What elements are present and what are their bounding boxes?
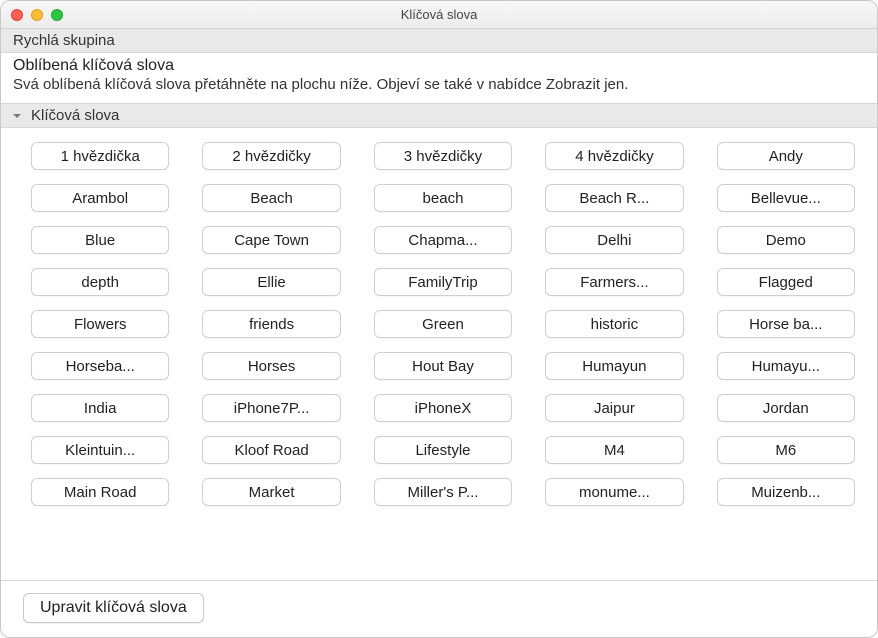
keyword-tag[interactable]: Arambol [31, 184, 169, 212]
keyword-tag[interactable]: Market [202, 478, 340, 506]
keywords-grid: 1 hvězdička 2 hvězdičky 3 hvězdičky 4 hvězd… [1, 128, 877, 580]
favorites-title: Oblíbená klíčová slova [13, 57, 865, 75]
edit-keywords-button[interactable]: Upravit klíčová slova [23, 593, 204, 623]
keyword-tag[interactable]: Flagged [717, 268, 855, 296]
keyword-tag[interactable]: 1 hvězdička [31, 142, 169, 170]
keyword-tag[interactable]: Flowers [31, 310, 169, 338]
close-button[interactable] [11, 9, 23, 21]
keyword-tag[interactable]: Beach R... [545, 184, 683, 212]
keywords-section-header[interactable]: Klíčová slova [1, 104, 877, 128]
window-title: Klíčová slova [1, 7, 877, 22]
traffic-lights [11, 9, 63, 21]
keyword-tag[interactable]: Andy [717, 142, 855, 170]
keyword-tag[interactable]: iPhoneX [374, 394, 512, 422]
keyword-tag[interactable]: FamilyTrip [374, 268, 512, 296]
keyword-tag[interactable]: Kloof Road [202, 436, 340, 464]
keyword-tag[interactable]: historic [545, 310, 683, 338]
window-titlebar: Klíčová slova [1, 1, 877, 29]
keyword-tag[interactable]: Kleintuin... [31, 436, 169, 464]
keyword-tag[interactable]: Beach [202, 184, 340, 212]
keywords-section-label: Klíčová slova [31, 107, 119, 124]
minimize-button[interactable] [31, 9, 43, 21]
keyword-tag[interactable]: depth [31, 268, 169, 296]
favorites-description: Svá oblíbená klíčová slova přetáhněte na… [13, 76, 865, 93]
keyword-tag[interactable]: Horse ba... [717, 310, 855, 338]
keyword-tag[interactable]: iPhone7P... [202, 394, 340, 422]
keyword-tag[interactable]: 2 hvězdičky [202, 142, 340, 170]
keyword-tag[interactable]: Miller's P... [374, 478, 512, 506]
keyword-tag[interactable]: Chapma... [374, 226, 512, 254]
keyword-tag[interactable]: M6 [717, 436, 855, 464]
keyword-tag[interactable]: 4 hvězdičky [545, 142, 683, 170]
keyword-tag[interactable]: Main Road [31, 478, 169, 506]
keyword-tag[interactable]: Blue [31, 226, 169, 254]
keyword-tag[interactable]: India [31, 394, 169, 422]
keyword-tag[interactable]: Horseba... [31, 352, 169, 380]
keyword-tag[interactable]: friends [202, 310, 340, 338]
quick-group-header[interactable]: Rychlá skupina [1, 29, 877, 53]
keyword-tag[interactable]: Lifestyle [374, 436, 512, 464]
keyword-tag[interactable]: Jordan [717, 394, 855, 422]
keyword-tag[interactable]: 3 hvězdičky [374, 142, 512, 170]
keyword-tag[interactable]: Cape Town [202, 226, 340, 254]
keyword-tag[interactable]: Delhi [545, 226, 683, 254]
keyword-tag[interactable]: Horses [202, 352, 340, 380]
keyword-tag[interactable]: monume... [545, 478, 683, 506]
keyword-tag[interactable]: Humayun [545, 352, 683, 380]
keyword-tag[interactable]: Green [374, 310, 512, 338]
keyword-tag[interactable]: Bellevue... [717, 184, 855, 212]
keyword-tag[interactable]: Jaipur [545, 394, 683, 422]
keyword-tag[interactable]: Demo [717, 226, 855, 254]
keyword-tag[interactable]: Humayu... [717, 352, 855, 380]
keyword-tag[interactable]: Farmers... [545, 268, 683, 296]
maximize-button[interactable] [51, 9, 63, 21]
footer: Upravit klíčová slova [1, 580, 877, 637]
favorites-section: Oblíbená klíčová slova Svá oblíbená klíč… [1, 53, 877, 104]
keyword-tag[interactable]: Hout Bay [374, 352, 512, 380]
keyword-tag[interactable]: Muizenb... [717, 478, 855, 506]
keyword-tag[interactable]: Ellie [202, 268, 340, 296]
chevron-down-icon[interactable] [11, 110, 23, 122]
keyword-tag[interactable]: beach [374, 184, 512, 212]
keyword-tag[interactable]: M4 [545, 436, 683, 464]
